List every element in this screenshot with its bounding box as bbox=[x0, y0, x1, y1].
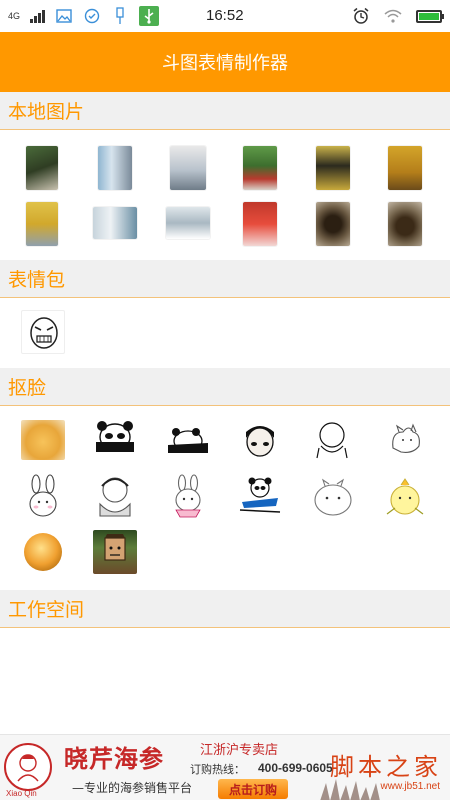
section-cutout: 抠脸 bbox=[0, 368, 450, 406]
local-image[interactable] bbox=[166, 207, 210, 239]
signal-icon bbox=[30, 9, 46, 23]
local-image[interactable] bbox=[388, 146, 422, 190]
cutout-image[interactable] bbox=[311, 418, 353, 460]
cutout-image[interactable] bbox=[166, 474, 210, 518]
ad-brand: 晓芹海参 bbox=[64, 745, 164, 773]
cutout-image[interactable] bbox=[383, 474, 427, 518]
check-circle-icon bbox=[83, 7, 101, 25]
section-title: 抠脸 bbox=[8, 377, 47, 399]
section-emoji-packs: 表情包 bbox=[0, 260, 450, 298]
brand-logo-icon bbox=[4, 743, 52, 791]
local-image[interactable] bbox=[93, 207, 137, 239]
network-type: 4G bbox=[8, 11, 21, 21]
cutout-image[interactable] bbox=[238, 474, 282, 518]
local-image[interactable] bbox=[170, 146, 206, 190]
local-image[interactable] bbox=[26, 202, 58, 246]
gallery-icon bbox=[55, 7, 73, 25]
order-button[interactable]: 点击订购 bbox=[218, 779, 288, 799]
local-image[interactable] bbox=[98, 146, 132, 190]
cutout-image[interactable] bbox=[166, 423, 210, 455]
cutout-image[interactable] bbox=[21, 530, 65, 574]
ad-slogan: —专业的海参销售平台 bbox=[72, 781, 193, 795]
ad-hotline-label: 订购热线： bbox=[190, 763, 245, 776]
ad-region: 江浙沪专卖店 bbox=[200, 743, 279, 758]
brand-logo-text: Xiao Qin bbox=[6, 789, 37, 798]
clock: 16:52 bbox=[206, 7, 244, 24]
watermark-url: www.jb51.net bbox=[380, 781, 440, 792]
emoji-pack-item[interactable] bbox=[21, 310, 65, 354]
app-title: 斗图表情制作器 bbox=[162, 53, 288, 74]
cutout-image[interactable] bbox=[311, 474, 355, 518]
section-title: 本地图片 bbox=[8, 101, 85, 123]
cutout-image[interactable] bbox=[383, 418, 427, 460]
section-title: 工作空间 bbox=[8, 599, 85, 621]
usb-debug-icon bbox=[139, 6, 160, 26]
cutout-image[interactable] bbox=[94, 418, 136, 454]
cutout-image[interactable] bbox=[21, 420, 65, 460]
ad-hotline: 400-699-0605 bbox=[258, 761, 333, 775]
section-title: 表情包 bbox=[8, 269, 66, 291]
section-local-images: 本地图片 bbox=[0, 92, 450, 130]
cutout-image[interactable] bbox=[238, 418, 282, 460]
local-image[interactable] bbox=[243, 202, 277, 246]
ad-banner[interactable]: Xiao Qin 晓芹海参 —专业的海参销售平台 江浙沪专卖店 订购热线： 40… bbox=[0, 734, 450, 800]
alarm-icon bbox=[352, 7, 370, 25]
local-image[interactable] bbox=[316, 202, 350, 246]
section-workspace: 工作空间 bbox=[0, 590, 450, 628]
cutout-image[interactable] bbox=[24, 474, 62, 518]
main-content: 本地图片 表情包 抠脸 工作空间 bbox=[0, 92, 450, 734]
local-image[interactable] bbox=[243, 146, 277, 190]
local-image[interactable] bbox=[388, 202, 422, 246]
cutout-image[interactable] bbox=[94, 474, 136, 518]
local-image[interactable] bbox=[26, 146, 58, 190]
workspace-area[interactable] bbox=[0, 640, 450, 734]
status-bar: 4G 16:52 bbox=[0, 0, 450, 32]
app-title-bar: 斗图表情制作器 bbox=[0, 32, 450, 92]
local-image[interactable] bbox=[316, 146, 350, 190]
battery-icon bbox=[416, 9, 444, 23]
wifi-icon bbox=[384, 7, 402, 25]
usb-icon bbox=[111, 7, 129, 25]
cutout-image[interactable] bbox=[93, 530, 137, 574]
watermark-text: 脚本之家 bbox=[330, 753, 442, 781]
